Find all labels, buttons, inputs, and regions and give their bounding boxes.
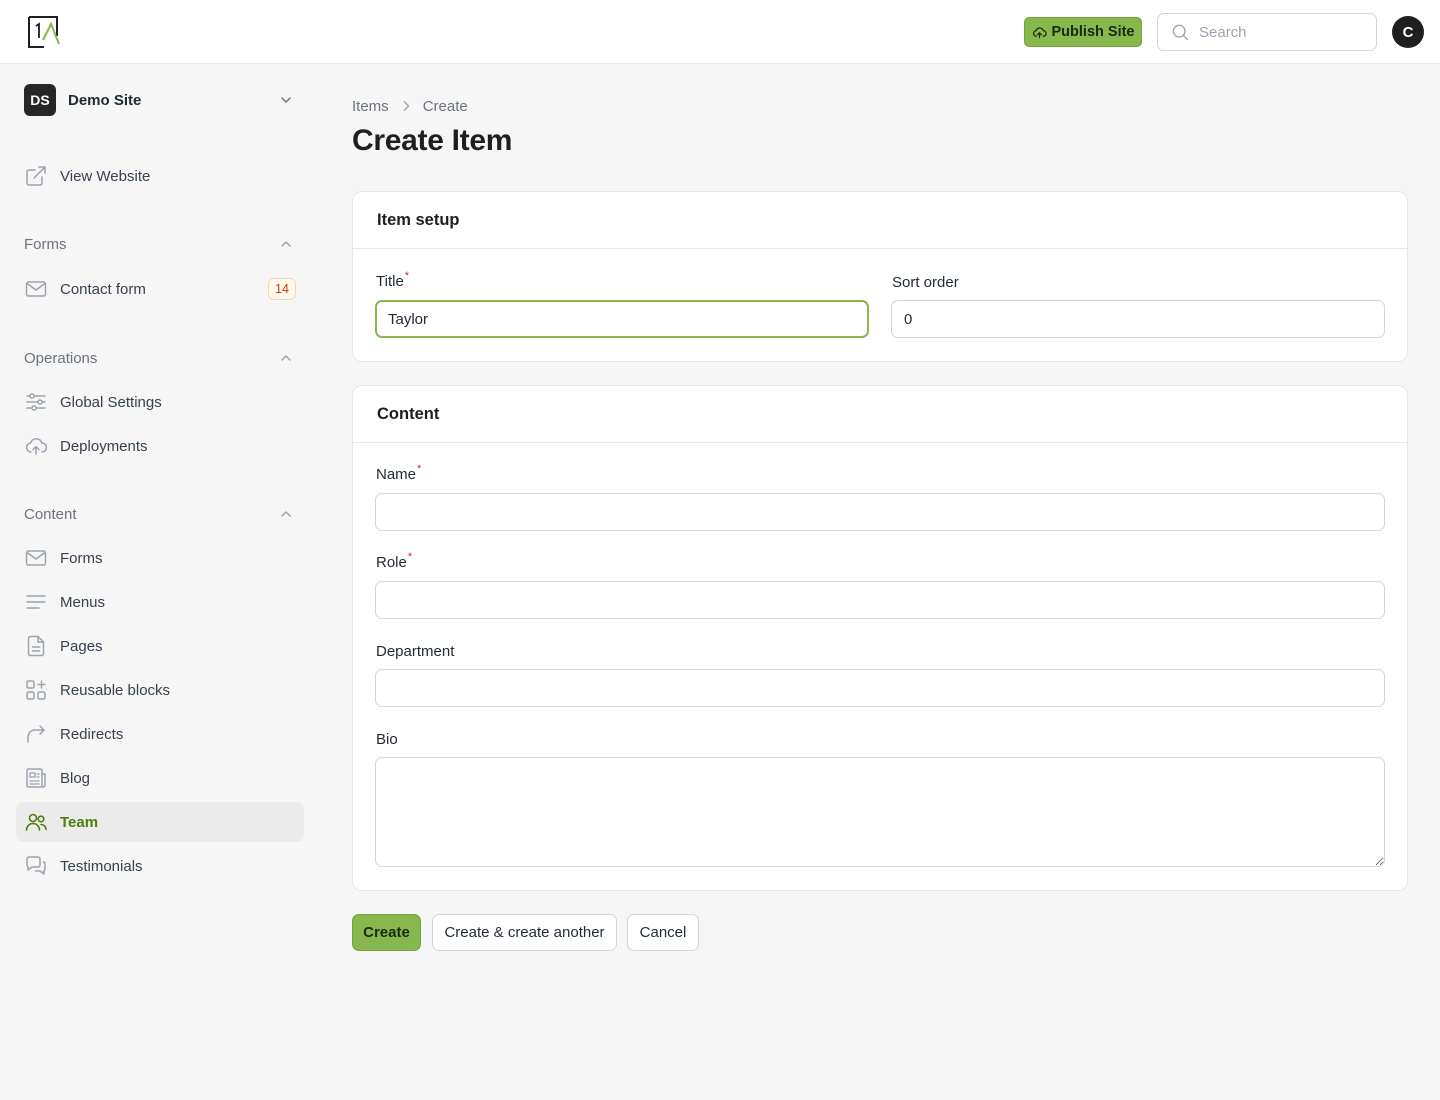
group-header-content[interactable]: Content xyxy=(24,504,300,524)
sidebar-item-label: Blog xyxy=(60,769,91,787)
role-input[interactable] xyxy=(375,581,1385,619)
sliders-icon xyxy=(26,393,46,411)
sidebar-item-view-website[interactable]: View Website xyxy=(16,156,304,196)
cloud-upload-icon xyxy=(1032,26,1047,38)
chevron-up-icon xyxy=(281,241,291,247)
breadcrumb-items-link[interactable]: Items xyxy=(352,98,389,115)
sidebar-item-reusable-blocks[interactable]: Reusable blocks xyxy=(16,670,304,710)
sidebar-item-label: Global Settings xyxy=(60,393,162,411)
publish-site-label: Publish Site xyxy=(1051,24,1135,40)
required-asterisk: * xyxy=(404,270,410,282)
submission-count-badge: 14 xyxy=(268,278,296,300)
app-logo-icon[interactable] xyxy=(26,14,62,50)
name-label-text: Name xyxy=(376,466,417,483)
breadcrumb: Items Create xyxy=(352,96,468,116)
sidebar-item-global-settings[interactable]: Global Settings xyxy=(16,382,304,422)
page-title: Create Item xyxy=(352,124,513,157)
create-another-button[interactable]: Create & create another xyxy=(432,914,617,951)
top-bar: Publish Site C xyxy=(0,0,1440,64)
publish-site-button[interactable]: Publish Site xyxy=(1024,17,1142,47)
menu-lines-icon xyxy=(26,595,46,609)
sidebar-item-label: Menus xyxy=(60,593,106,611)
create-button[interactable]: Create xyxy=(352,914,421,951)
item-setup-heading: Item setup xyxy=(353,192,1407,249)
chevron-up-icon xyxy=(281,511,291,517)
users-icon xyxy=(25,813,47,831)
group-label: Content xyxy=(24,505,77,523)
cancel-button[interactable]: Cancel xyxy=(627,914,699,951)
sort-order-input[interactable] xyxy=(891,300,1385,338)
sidebar-item-redirects[interactable]: Redirects xyxy=(16,714,304,754)
sidebar-item-label: Forms xyxy=(60,549,103,567)
chevron-down-icon xyxy=(281,97,291,103)
search-box[interactable] xyxy=(1157,13,1377,51)
sidebar-item-contact-form[interactable]: Contact form 14 xyxy=(16,269,304,309)
document-icon xyxy=(27,635,45,657)
search-icon xyxy=(1172,24,1189,41)
role-label-text: Role xyxy=(376,554,407,571)
newspaper-icon xyxy=(26,768,46,788)
sort-order-label: Sort order xyxy=(892,274,959,291)
bio-label: Bio xyxy=(376,731,398,748)
sidebar-item-label: Contact form xyxy=(60,280,146,298)
group-header-operations[interactable]: Operations xyxy=(24,348,300,368)
title-label-text: Title xyxy=(376,273,404,290)
title-field-label: Title* xyxy=(376,270,410,290)
title-input[interactable] xyxy=(375,300,869,338)
sidebar-item-label: Deployments xyxy=(60,437,148,455)
content-heading: Content xyxy=(353,386,1407,443)
group-header-forms[interactable]: Forms xyxy=(24,234,300,254)
site-switcher[interactable]: DS Demo Site xyxy=(24,84,300,116)
required-asterisk: * xyxy=(417,463,422,475)
sidebar-item-blog[interactable]: Blog xyxy=(16,758,304,798)
blocks-icon xyxy=(26,680,46,700)
name-input[interactable] xyxy=(375,493,1385,531)
user-avatar[interactable]: C xyxy=(1392,16,1424,48)
redirect-arrow-icon xyxy=(27,725,45,743)
chat-bubbles-icon xyxy=(26,856,46,875)
role-field-label: Role* xyxy=(376,551,413,571)
department-label: Department xyxy=(376,643,455,660)
sidebar-item-testimonials[interactable]: Testimonials xyxy=(16,846,304,886)
group-label: Operations xyxy=(24,349,98,367)
chevron-up-icon xyxy=(281,355,291,361)
external-link-icon xyxy=(26,166,46,186)
group-label: Forms xyxy=(24,235,67,253)
envelope-icon xyxy=(25,281,47,297)
sidebar-item-forms[interactable]: Forms xyxy=(16,538,304,578)
envelope-icon xyxy=(25,550,47,566)
sidebar-item-pages[interactable]: Pages xyxy=(16,626,304,666)
sidebar-item-team[interactable]: Team xyxy=(16,802,304,842)
sidebar-item-label: View Website xyxy=(60,167,151,185)
name-field-label: Name* xyxy=(376,463,422,483)
sidebar-item-deployments[interactable]: Deployments xyxy=(16,426,304,466)
required-asterisk: * xyxy=(407,551,413,563)
sidebar: DS Demo Site View Website Forms Contact … xyxy=(0,65,320,1100)
sidebar-item-label: Testimonials xyxy=(60,857,143,875)
sidebar-item-label: Reusable blocks xyxy=(60,681,171,699)
breadcrumb-current: Create xyxy=(422,97,468,115)
sidebar-item-menus[interactable]: Menus xyxy=(16,582,304,622)
site-name: Demo Site xyxy=(68,91,142,109)
sidebar-item-label: Pages xyxy=(60,637,103,655)
cloud-upload-icon xyxy=(25,437,48,455)
department-input[interactable] xyxy=(375,669,1385,707)
sidebar-item-label: Redirects xyxy=(60,725,124,743)
search-input[interactable] xyxy=(1199,23,1359,41)
chevron-right-icon xyxy=(403,100,409,112)
bio-textarea[interactable] xyxy=(375,757,1385,867)
sidebar-item-label: Team xyxy=(60,813,99,831)
site-initials-badge: DS xyxy=(24,84,56,116)
